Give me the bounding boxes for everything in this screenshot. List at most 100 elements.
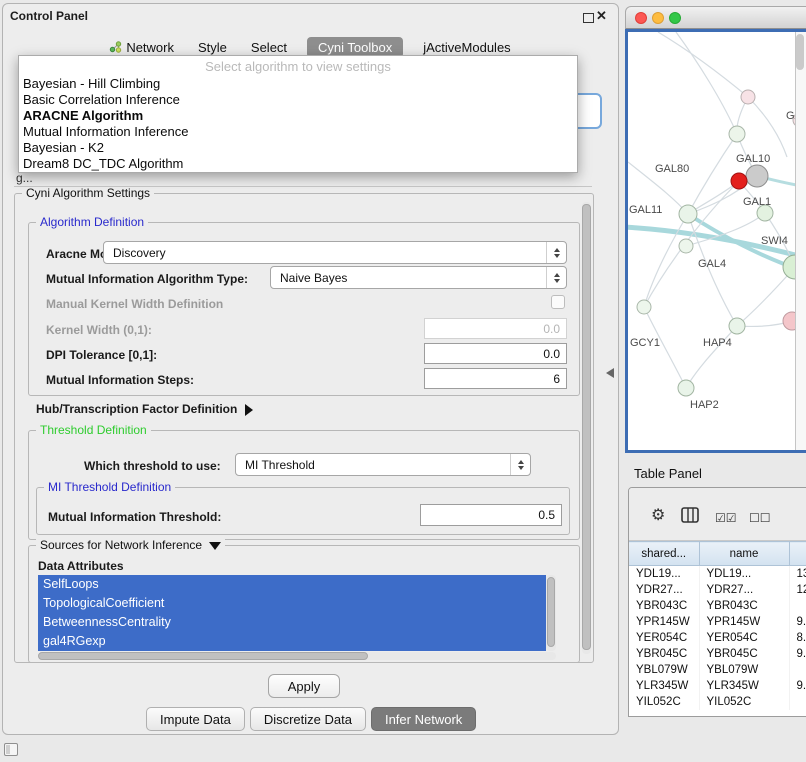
mi-steps-label: Mutual Information Steps: [46,373,194,387]
table-cell[interactable]: YPR145W [699,614,789,630]
close-icon[interactable]: ✕ [596,8,607,24]
restore-panel-icon[interactable] [4,743,18,756]
algorithm-option[interactable]: Basic Correlation Inference [19,92,577,108]
table-row[interactable]: YBR045CYBR045C9. [629,646,806,662]
network-window-titlebar[interactable] [625,6,806,29]
panel-collapse-arrow[interactable] [606,368,614,378]
table-cell[interactable] [789,598,806,614]
float-window-icon[interactable] [583,13,594,23]
network-node-GAL11[interactable] [679,205,697,223]
table-cell[interactable]: YPR145W [629,614,699,630]
table-column-header[interactable]: name [699,542,789,566]
table-cell[interactable]: YBL079W [629,662,699,678]
table-cell[interactable]: YBR045C [699,646,789,662]
control-panel-title: Control Panel [10,9,88,23]
attribute-list-item[interactable]: TopologicalCoefficient [38,594,546,613]
table-row[interactable]: YDR27...YDR27...12 [629,582,806,598]
table-cell[interactable]: YLR345W [699,678,789,694]
table-row[interactable]: YIL052CYIL052C [629,694,806,710]
network-node-red-node[interactable] [731,173,747,189]
close-traffic-light[interactable] [635,12,647,24]
attribute-list-item[interactable]: gal4RGexp [38,632,546,651]
table-cell[interactable]: 12 [789,582,806,598]
network-node-pink-top[interactable] [741,90,755,104]
table-row[interactable]: YDL19...YDL19...13 [629,566,806,583]
table-cell[interactable]: YIL052C [699,694,789,710]
table-cell[interactable]: YIL052C [629,694,699,710]
select-all-checkboxes-icon[interactable]: ☑☑ [715,510,737,526]
mi-type-select[interactable]: Naive Bayes [270,266,567,289]
table-row[interactable]: YPR145WYPR145W9. [629,614,806,630]
network-node-HAP2[interactable] [678,380,694,396]
attribute-list-item[interactable]: SelfLoops [38,575,546,594]
aracne-mode-select[interactable]: Discovery [103,241,567,264]
network-node-GCY1[interactable] [637,300,651,314]
attribute-list-item[interactable]: BetweennessCentrality [38,613,546,632]
apply-button[interactable]: Apply [268,674,340,698]
bottom-tab-impute-data[interactable]: Impute Data [146,707,245,731]
table-cell[interactable]: YDR27... [629,582,699,598]
minimize-traffic-light[interactable] [652,12,664,24]
list-hscrollbar-thumb[interactable] [38,652,368,660]
table-row[interactable]: YER054CYER054C8. [629,630,806,646]
algorithm-option[interactable]: Mutual Information Inference [19,124,577,140]
mi-type-value: Naive Bayes [271,271,546,285]
list-vscrollbar-thumb[interactable] [547,577,555,647]
table-cell[interactable]: YBL079W [699,662,789,678]
table-cell[interactable]: YBR045C [629,646,699,662]
settings-scrollbar-thumb[interactable] [582,204,591,650]
table-panel-toolbar: ⚙ ☑☑ ☐☐ [629,488,806,541]
table-cell[interactable]: YDL19... [699,566,789,583]
kernel-width-label: Kernel Width (0,1): [46,323,152,337]
network-node-GAL4[interactable] [679,239,693,253]
which-threshold-value: MI Threshold [236,458,510,472]
table-cell[interactable]: YBR043C [629,598,699,614]
dpi-tolerance-field[interactable]: 0.0 [424,343,567,364]
mi-threshold-field[interactable]: 0.5 [420,504,562,526]
table-cell[interactable]: YER054C [699,630,789,646]
table-cell[interactable]: 9. [789,678,806,694]
gear-icon[interactable]: ⚙ [651,508,665,524]
table-cell[interactable]: YER054C [629,630,699,646]
network-vscrollbar-thumb[interactable] [796,34,804,70]
algorithm-option[interactable]: Dream8 DC_TDC Algorithm [19,156,577,172]
table-cell[interactable]: 8. [789,630,806,646]
algorithm-option[interactable]: ARACNE Algorithm [19,108,577,124]
manual-kernel-checkbox[interactable] [551,295,565,309]
network-canvas[interactable]: GALGAL80GAL10GAL11GAL1SWI4GAL4GCY1HAP4YH… [628,32,802,450]
table-row[interactable]: YBL079WYBL079W [629,662,806,678]
table-cell[interactable]: YDR27... [699,582,789,598]
zoom-traffic-light[interactable] [669,12,681,24]
table-row[interactable]: YBR043CYBR043C [629,598,806,614]
table-cell[interactable]: YDL19... [629,566,699,583]
table-cell[interactable]: 13 [789,566,806,583]
network-node-green-top[interactable] [729,126,745,142]
table-column-header[interactable]: shared... [629,542,699,566]
table-cell[interactable]: 9. [789,646,806,662]
tab-label: Style [198,40,227,55]
cyni-algorithm-settings-title: Cyni Algorithm Settings [22,187,154,200]
table-cell[interactable]: 9. [789,614,806,630]
which-threshold-select[interactable]: MI Threshold [235,453,531,476]
algorithm-option[interactable]: Bayesian - Hill Climbing [19,76,577,92]
network-node-label: GAL10 [736,153,770,165]
mi-steps-field[interactable]: 6 [424,368,567,389]
table-panel-window: ⚙ ☑☑ ☐☐ shared...name YDL19...YDL19...13… [628,487,806,717]
bottom-tab-discretize-data[interactable]: Discretize Data [250,707,366,731]
sources-toggle[interactable]: Sources for Network Inference [36,539,225,552]
bottom-tab-infer-network[interactable]: Infer Network [371,707,476,731]
network-node-HAP4[interactable] [729,318,745,334]
table-cell[interactable] [789,694,806,710]
deselect-all-checkboxes-icon[interactable]: ☐☐ [749,510,771,526]
network-node-GAL10[interactable] [746,165,768,187]
network-vscrollbar-track[interactable] [795,32,806,450]
table-cell[interactable] [789,662,806,678]
table-columns-icon[interactable] [681,507,699,523]
table-cell[interactable]: YBR043C [699,598,789,614]
table-cell[interactable]: YLR345W [629,678,699,694]
table-column-header[interactable] [789,542,806,566]
hub-definition-toggle[interactable]: Hub/Transcription Factor Definition [36,402,253,416]
kernel-width-field[interactable]: 0.0 [424,318,567,339]
algorithm-option[interactable]: Bayesian - K2 [19,140,577,156]
table-row[interactable]: YLR345WYLR345W9. [629,678,806,694]
